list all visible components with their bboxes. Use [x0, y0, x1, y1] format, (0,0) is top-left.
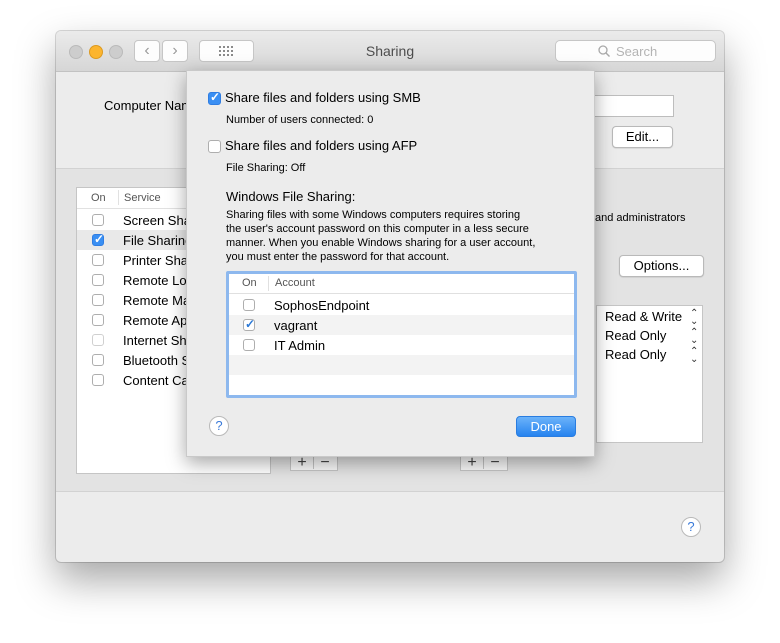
service-checkbox-checked[interactable]: ✓: [92, 232, 105, 246]
file-sharing-options-sheet: ✓ Share files and folders using SMB Numb…: [186, 70, 595, 457]
service-checkbox[interactable]: [92, 334, 104, 346]
account-name: SophosEndpoint: [274, 298, 370, 313]
account-name: IT Admin: [274, 338, 326, 353]
computer-name-field[interactable]: [586, 95, 674, 117]
permissions-list: Read & Write ⌃ ⌄ Read Only ⌃ ⌄ Read Only ⌃…: [596, 305, 703, 443]
windows-sharing-desc: you must enter the password for that acc…: [226, 251, 450, 263]
header-account: Account: [275, 277, 315, 289]
windows-sharing-desc: Sharing files with some Windows computer…: [226, 209, 521, 221]
remove-icon[interactable]: −: [313, 455, 336, 471]
service-label: File Sharing: [123, 233, 193, 248]
updown-arrows-icon[interactable]: ⌃ ⌄: [690, 347, 698, 365]
options-button[interactable]: Options...: [619, 255, 704, 277]
checkmark-icon: ✓: [210, 90, 221, 104]
help-button[interactable]: ?: [681, 517, 701, 537]
permission-value[interactable]: Read Only: [605, 347, 666, 362]
updown-arrows-icon[interactable]: ⌃ ⌄: [690, 309, 698, 327]
account-table: On Account SophosEndpoint ✓ vagrant IT A…: [226, 271, 577, 398]
account-checkbox-checked[interactable]: ✓: [243, 317, 256, 331]
afp-label: Share files and folders using AFP: [225, 138, 418, 153]
service-label: Content Ca: [123, 373, 189, 388]
service-label: Remote Ma: [123, 293, 191, 308]
account-checkbox[interactable]: [243, 339, 255, 351]
service-checkbox[interactable]: [92, 274, 104, 286]
header-on: On: [242, 277, 257, 289]
account-row[interactable]: IT Admin: [229, 335, 574, 355]
account-row-empty: [229, 355, 574, 375]
account-name: vagrant: [274, 318, 318, 333]
permission-value[interactable]: Read Only: [605, 328, 666, 343]
header-divider: [118, 190, 119, 205]
service-checkbox[interactable]: [92, 374, 104, 386]
checkmark-icon: ✓: [245, 317, 256, 331]
titlebar: ‹ › Sharing Search: [56, 31, 724, 72]
account-checkbox[interactable]: [243, 299, 255, 311]
account-row[interactable]: SophosEndpoint: [229, 295, 574, 315]
service-label: Internet Sh: [123, 333, 187, 348]
smb-status: Number of users connected: 0: [226, 114, 374, 126]
admins-text: and administrators: [595, 212, 686, 224]
service-checkbox[interactable]: [92, 254, 104, 266]
service-label: Remote App: [123, 313, 195, 328]
search-placeholder: Search: [616, 44, 658, 59]
header-service: Service: [124, 192, 161, 204]
computer-name-label: Computer Nam: [104, 98, 193, 113]
account-table-header: On Account: [229, 274, 574, 294]
shared-folders-add-remove: + −: [290, 455, 338, 471]
add-icon[interactable]: +: [461, 455, 483, 471]
checkmark-icon: ✓: [94, 232, 105, 246]
search-field[interactable]: Search: [555, 40, 716, 62]
afp-checkbox[interactable]: [208, 140, 221, 153]
windows-sharing-desc: manner. When you enable Windows sharing …: [226, 237, 536, 249]
service-checkbox[interactable]: [92, 354, 104, 366]
afp-status: File Sharing: Off: [226, 162, 306, 174]
windows-sharing-desc: the user's account password on this comp…: [226, 223, 529, 235]
account-row[interactable]: ✓ vagrant: [229, 315, 574, 335]
updown-arrows-icon[interactable]: ⌃ ⌄: [690, 328, 698, 346]
users-add-remove: + −: [460, 455, 508, 471]
header-on: On: [91, 192, 106, 204]
remove-icon[interactable]: −: [483, 455, 506, 471]
service-label: Remote Log: [123, 273, 194, 288]
help-button[interactable]: ?: [209, 416, 229, 436]
service-label: Screen Sha: [123, 213, 191, 228]
smb-checkbox[interactable]: ✓: [208, 90, 221, 105]
permission-value[interactable]: Read & Write: [605, 309, 682, 324]
header-divider: [268, 276, 269, 291]
magnifier-icon: [598, 45, 610, 57]
service-checkbox[interactable]: [92, 314, 104, 326]
service-label: Printer Sha: [123, 253, 189, 268]
service-checkbox[interactable]: [92, 294, 104, 306]
add-icon[interactable]: +: [291, 455, 313, 471]
done-button[interactable]: Done: [516, 416, 576, 437]
service-checkbox[interactable]: [92, 214, 104, 226]
windows-sharing-heading: Windows File Sharing:: [226, 189, 356, 204]
edit-button[interactable]: Edit...: [612, 126, 673, 148]
service-label: Bluetooth S: [123, 353, 191, 368]
smb-label: Share files and folders using SMB: [225, 90, 421, 105]
